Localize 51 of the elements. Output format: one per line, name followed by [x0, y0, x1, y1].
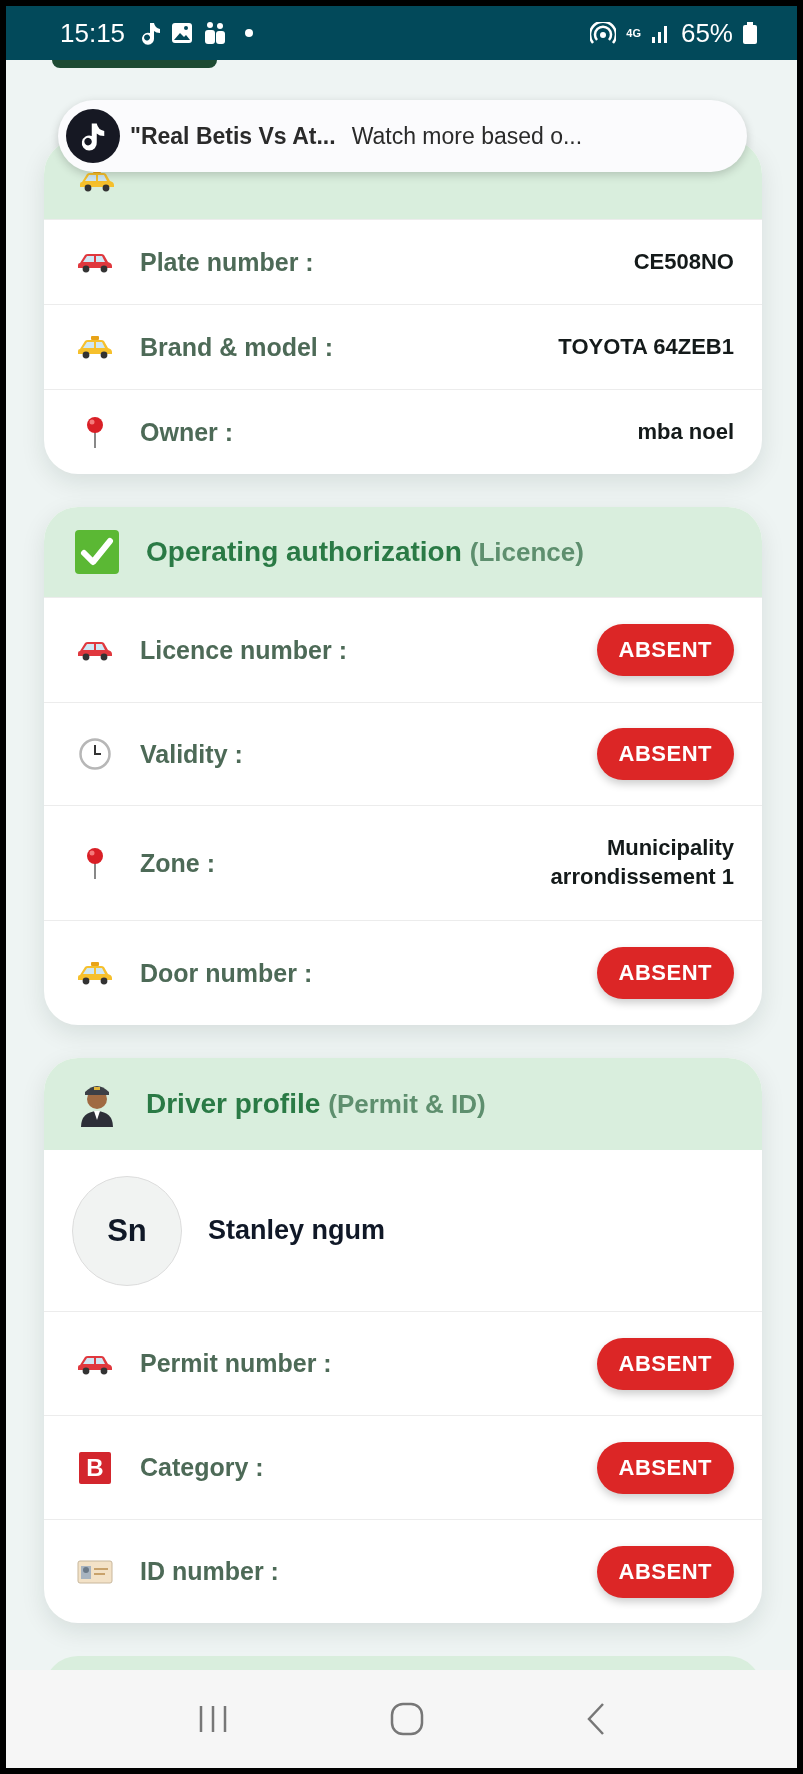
section-title: Driver profile [146, 1088, 321, 1120]
clock-time: 15:15 [60, 17, 126, 49]
pin-icon [85, 847, 105, 879]
pin-icon [85, 416, 105, 448]
app-icon [66, 109, 120, 163]
field-label: Licence number : [140, 635, 348, 665]
floating-button[interactable] [52, 60, 217, 68]
avatar: Sn [72, 1175, 182, 1286]
status-badge: ABSENT [596, 624, 734, 676]
field-label: Owner : [140, 417, 235, 447]
field-label: Validity : [140, 739, 244, 769]
image-icon [171, 22, 194, 44]
network-label: 4G [626, 27, 641, 39]
clock-icon [79, 738, 111, 770]
field-label: Brand & model : [140, 332, 335, 362]
section-title: Operating authorization [146, 536, 462, 568]
status-badge: ABSENT [596, 1337, 734, 1390]
notification-banner[interactable]: "Real Betis Vs At... Watch more based o... [58, 100, 747, 172]
field-label: Door number : [140, 958, 314, 988]
music-note-icon [141, 21, 162, 45]
field-label: ID number : [140, 1557, 280, 1586]
status-badge: ABSENT [596, 947, 734, 999]
car-icon [77, 251, 113, 273]
checkbox-icon [74, 529, 120, 575]
section-subtitle: (Permit & ID) [328, 1088, 486, 1120]
field-label: Plate number : [140, 247, 315, 277]
status-badge: ABSENT [596, 1545, 734, 1598]
field-value: CE508NO [633, 247, 734, 276]
notification-title: "Real Betis Vs At... [130, 122, 336, 150]
field-label: Zone : [140, 848, 216, 878]
id-card-icon [77, 1558, 113, 1585]
people-icon [203, 21, 228, 45]
taxi-icon [77, 335, 113, 359]
field-value: mba noel [637, 417, 734, 446]
battery-icon [743, 22, 757, 44]
taxi-icon [77, 961, 113, 985]
letter-icon: B [79, 1451, 111, 1484]
home-icon[interactable] [389, 1702, 424, 1736]
hotspot-icon [590, 22, 617, 44]
field-value: Municipality arrondissement 1 [549, 834, 734, 891]
driver-name: Stanley ngum [208, 1215, 386, 1246]
field-label: Permit number : [140, 1349, 333, 1378]
status-badge: ABSENT [596, 1441, 734, 1494]
section-subtitle: (Licence) [469, 536, 584, 568]
dot-icon [245, 29, 254, 37]
battery-percent: 65% [680, 17, 733, 49]
car-icon [77, 639, 113, 661]
notification-text: Watch more based o... [351, 122, 583, 150]
field-label: Category : [140, 1453, 265, 1482]
status-badge: ABSENT [596, 728, 734, 780]
field-value: TOYOTA 64ZEB1 [558, 332, 734, 361]
